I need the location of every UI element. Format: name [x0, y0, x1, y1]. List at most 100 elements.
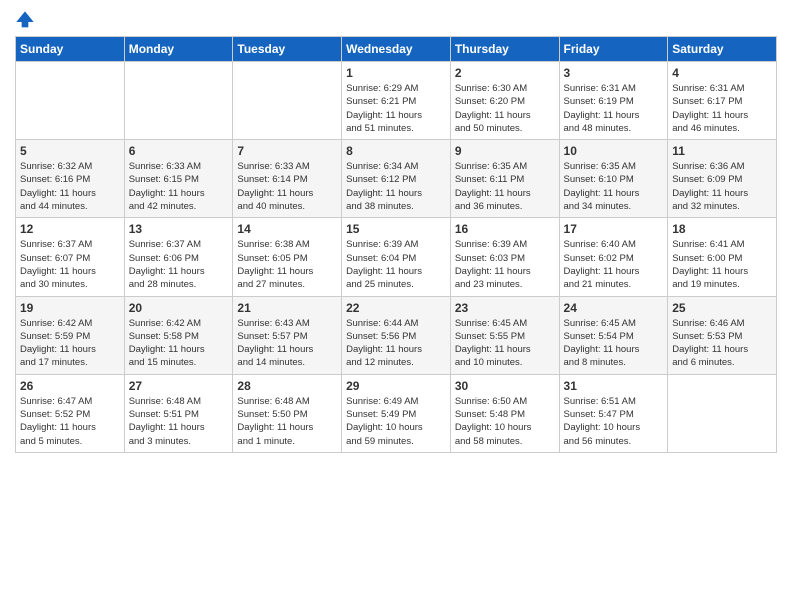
calendar-cell: 30 Sunrise: 6:50 AM Sunset: 5:48 PM Dayli… [450, 374, 559, 452]
day-info: Sunrise: 6:41 AM Sunset: 6:00 PM Dayligh… [672, 238, 772, 291]
day-number: 18 [672, 222, 772, 236]
calendar-week-4: 19Sunrise: 6:42 AM Sunset: 5:59 PM Dayli… [16, 296, 777, 374]
col-header-monday: Monday [124, 37, 233, 62]
day-info: Sunrise: 6:43 AM Sunset: 5:57 PM Dayligh… [237, 317, 337, 370]
logo-icon [15, 10, 35, 30]
calendar-week-1: 1 Sunrise: 6:29 AM Sunset: 6:21 PM Daylig… [16, 62, 777, 140]
day-number: 7 [237, 144, 337, 158]
day-info: Sunrise: 6:42 AM Sunset: 5:58 PM Dayligh… [129, 317, 229, 370]
day-info: Sunrise: 6:47 AM Sunset: 5:52 PM Dayligh… [20, 395, 120, 448]
day-number: 2 [455, 66, 555, 80]
day-number: 28 [237, 379, 337, 393]
day-info: Sunrise: 6:50 AM Sunset: 5:48 PM Dayligh… [455, 395, 555, 448]
day-info: Sunrise: 6:33 AM Sunset: 6:14 PM Dayligh… [237, 160, 337, 213]
day-number: 9 [455, 144, 555, 158]
calendar-cell: 4 Sunrise: 6:31 AM Sunset: 6:17 PM Daylig… [668, 62, 777, 140]
calendar-table: SundayMondayTuesdayWednesdayThursdayFrid… [15, 36, 777, 453]
calendar-cell: 6 Sunrise: 6:33 AM Sunset: 6:15 PM Daylig… [124, 140, 233, 218]
day-number: 23 [455, 301, 555, 315]
calendar-cell: 14 Sunrise: 6:38 AM Sunset: 6:05 PM Dayli… [233, 218, 342, 296]
calendar-cell: 7 Sunrise: 6:33 AM Sunset: 6:14 PM Daylig… [233, 140, 342, 218]
day-info: Sunrise: 6:32 AM Sunset: 6:16 PM Dayligh… [20, 160, 120, 213]
day-info: Sunrise: 6:49 AM Sunset: 5:49 PM Dayligh… [346, 395, 446, 448]
calendar-cell: 12 Sunrise: 6:37 AM Sunset: 6:07 PM Dayli… [16, 218, 125, 296]
calendar-cell: 1 Sunrise: 6:29 AM Sunset: 6:21 PM Daylig… [342, 62, 451, 140]
day-number: 12 [20, 222, 120, 236]
day-info: Sunrise: 6:34 AM Sunset: 6:12 PM Dayligh… [346, 160, 446, 213]
day-number: 29 [346, 379, 446, 393]
day-number: 25 [672, 301, 772, 315]
day-info: Sunrise: 6:38 AM Sunset: 6:05 PM Dayligh… [237, 238, 337, 291]
calendar-cell: 11 Sunrise: 6:36 AM Sunset: 6:09 PM Dayli… [668, 140, 777, 218]
day-number: 17 [564, 222, 664, 236]
col-header-wednesday: Wednesday [342, 37, 451, 62]
day-info: Sunrise: 6:48 AM Sunset: 5:50 PM Dayligh… [237, 395, 337, 448]
day-number: 14 [237, 222, 337, 236]
day-info: Sunrise: 6:37 AM Sunset: 6:07 PM Dayligh… [20, 238, 120, 291]
day-number: 3 [564, 66, 664, 80]
calendar-cell: 5Sunrise: 6:32 AM Sunset: 6:16 PM Daylig… [16, 140, 125, 218]
day-info: Sunrise: 6:42 AM Sunset: 5:59 PM Dayligh… [20, 317, 120, 370]
col-header-sunday: Sunday [16, 37, 125, 62]
day-info: Sunrise: 6:29 AM Sunset: 6:21 PM Dayligh… [346, 82, 446, 135]
day-info: Sunrise: 6:45 AM Sunset: 5:54 PM Dayligh… [564, 317, 664, 370]
day-info: Sunrise: 6:35 AM Sunset: 6:11 PM Dayligh… [455, 160, 555, 213]
day-info: Sunrise: 6:39 AM Sunset: 6:03 PM Dayligh… [455, 238, 555, 291]
calendar-cell: 16 Sunrise: 6:39 AM Sunset: 6:03 PM Dayli… [450, 218, 559, 296]
col-header-saturday: Saturday [668, 37, 777, 62]
day-info: Sunrise: 6:35 AM Sunset: 6:10 PM Dayligh… [564, 160, 664, 213]
calendar-cell: 3 Sunrise: 6:31 AM Sunset: 6:19 PM Daylig… [559, 62, 668, 140]
col-header-friday: Friday [559, 37, 668, 62]
calendar-cell: 8Sunrise: 6:34 AM Sunset: 6:12 PM Daylig… [342, 140, 451, 218]
day-number: 26 [20, 379, 120, 393]
calendar-cell: 29 Sunrise: 6:49 AM Sunset: 5:49 PM Dayli… [342, 374, 451, 452]
col-header-thursday: Thursday [450, 37, 559, 62]
day-info: Sunrise: 6:44 AM Sunset: 5:56 PM Dayligh… [346, 317, 446, 370]
calendar-cell: 19Sunrise: 6:42 AM Sunset: 5:59 PM Dayli… [16, 296, 125, 374]
page-container: SundayMondayTuesdayWednesdayThursdayFrid… [0, 0, 792, 458]
calendar-cell: 28 Sunrise: 6:48 AM Sunset: 5:50 PM Dayli… [233, 374, 342, 452]
calendar-header-row: SundayMondayTuesdayWednesdayThursdayFrid… [16, 37, 777, 62]
day-info: Sunrise: 6:31 AM Sunset: 6:17 PM Dayligh… [672, 82, 772, 135]
calendar-cell: 25Sunrise: 6:46 AM Sunset: 5:53 PM Dayli… [668, 296, 777, 374]
calendar-cell: 21 Sunrise: 6:43 AM Sunset: 5:57 PM Dayli… [233, 296, 342, 374]
day-number: 22 [346, 301, 446, 315]
day-number: 13 [129, 222, 229, 236]
day-number: 20 [129, 301, 229, 315]
calendar-cell: 13Sunrise: 6:37 AM Sunset: 6:06 PM Dayli… [124, 218, 233, 296]
calendar-cell: 26 Sunrise: 6:47 AM Sunset: 5:52 PM Dayli… [16, 374, 125, 452]
col-header-tuesday: Tuesday [233, 37, 342, 62]
day-number: 30 [455, 379, 555, 393]
day-number: 31 [564, 379, 664, 393]
day-number: 6 [129, 144, 229, 158]
day-info: Sunrise: 6:30 AM Sunset: 6:20 PM Dayligh… [455, 82, 555, 135]
day-info: Sunrise: 6:48 AM Sunset: 5:51 PM Dayligh… [129, 395, 229, 448]
day-number: 24 [564, 301, 664, 315]
day-number: 15 [346, 222, 446, 236]
calendar-cell: 20 Sunrise: 6:42 AM Sunset: 5:58 PM Dayli… [124, 296, 233, 374]
day-info: Sunrise: 6:31 AM Sunset: 6:19 PM Dayligh… [564, 82, 664, 135]
calendar-cell: 9 Sunrise: 6:35 AM Sunset: 6:11 PM Daylig… [450, 140, 559, 218]
calendar-cell: 31Sunrise: 6:51 AM Sunset: 5:47 PM Dayli… [559, 374, 668, 452]
logo [15, 10, 38, 30]
calendar-cell: 23 Sunrise: 6:45 AM Sunset: 5:55 PM Dayli… [450, 296, 559, 374]
day-info: Sunrise: 6:45 AM Sunset: 5:55 PM Dayligh… [455, 317, 555, 370]
day-number: 11 [672, 144, 772, 158]
calendar-cell: 17 Sunrise: 6:40 AM Sunset: 6:02 PM Dayli… [559, 218, 668, 296]
calendar-cell: 22 Sunrise: 6:44 AM Sunset: 5:56 PM Dayli… [342, 296, 451, 374]
day-number: 1 [346, 66, 446, 80]
day-number: 16 [455, 222, 555, 236]
header [15, 10, 777, 30]
day-number: 10 [564, 144, 664, 158]
day-info: Sunrise: 6:40 AM Sunset: 6:02 PM Dayligh… [564, 238, 664, 291]
day-info: Sunrise: 6:33 AM Sunset: 6:15 PM Dayligh… [129, 160, 229, 213]
day-number: 21 [237, 301, 337, 315]
day-number: 4 [672, 66, 772, 80]
calendar-week-5: 26 Sunrise: 6:47 AM Sunset: 5:52 PM Dayli… [16, 374, 777, 452]
calendar-cell [233, 62, 342, 140]
day-info: Sunrise: 6:39 AM Sunset: 6:04 PM Dayligh… [346, 238, 446, 291]
day-info: Sunrise: 6:36 AM Sunset: 6:09 PM Dayligh… [672, 160, 772, 213]
calendar-cell: 27Sunrise: 6:48 AM Sunset: 5:51 PM Dayli… [124, 374, 233, 452]
calendar-week-2: 5Sunrise: 6:32 AM Sunset: 6:16 PM Daylig… [16, 140, 777, 218]
calendar-cell [124, 62, 233, 140]
